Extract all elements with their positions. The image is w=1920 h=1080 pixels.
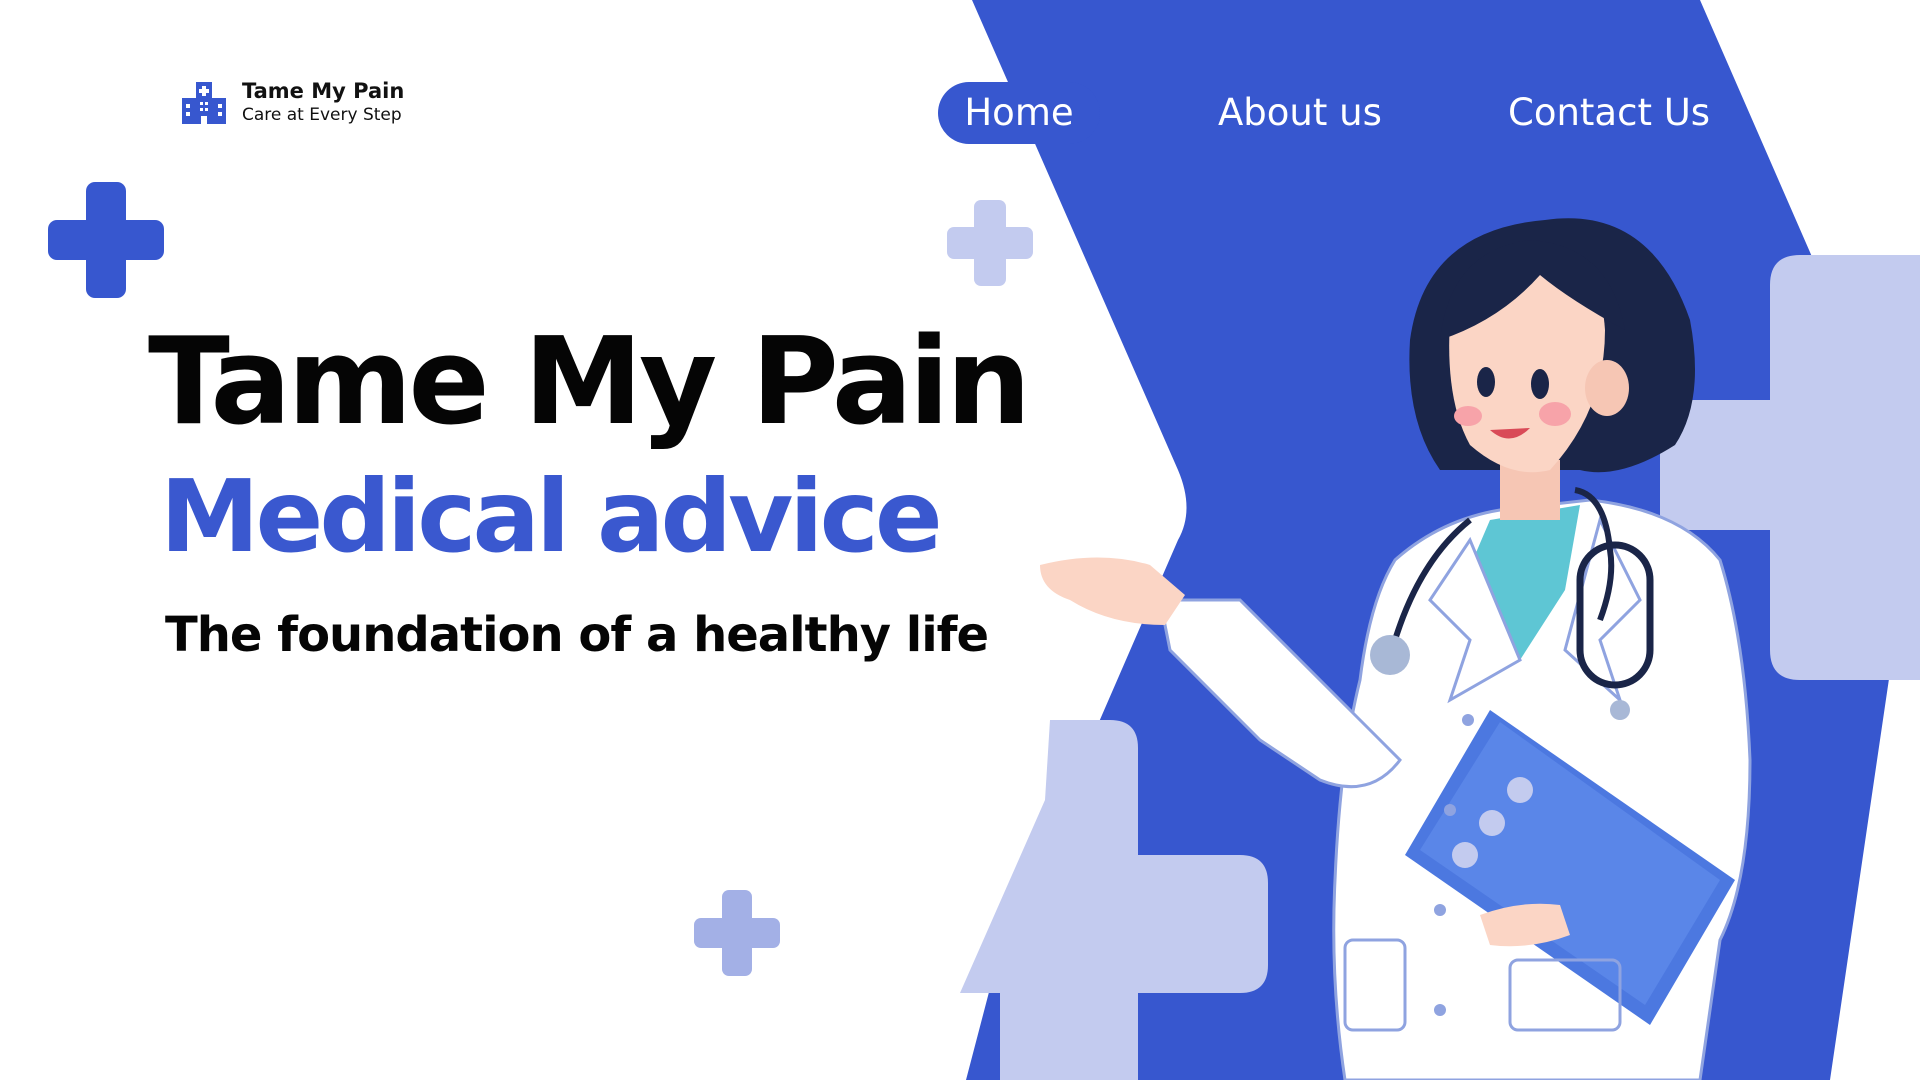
plus-cross-icon <box>48 182 164 298</box>
nav-item-about-us[interactable]: About us <box>1218 82 1382 144</box>
hero-title: Tame My Pain <box>148 313 1031 452</box>
nav-item-contact-us[interactable]: Contact Us <box>1508 82 1710 144</box>
nav-item-home[interactable]: Home <box>938 82 1100 144</box>
plus-cross-icon <box>694 890 780 976</box>
hero-subtitle: Medical advice <box>160 458 943 575</box>
main-nav: Home About us Contact Us <box>0 82 1920 146</box>
hero-tagline: The foundation of a healthy life <box>165 607 989 663</box>
plus-cross-icon <box>947 200 1033 286</box>
